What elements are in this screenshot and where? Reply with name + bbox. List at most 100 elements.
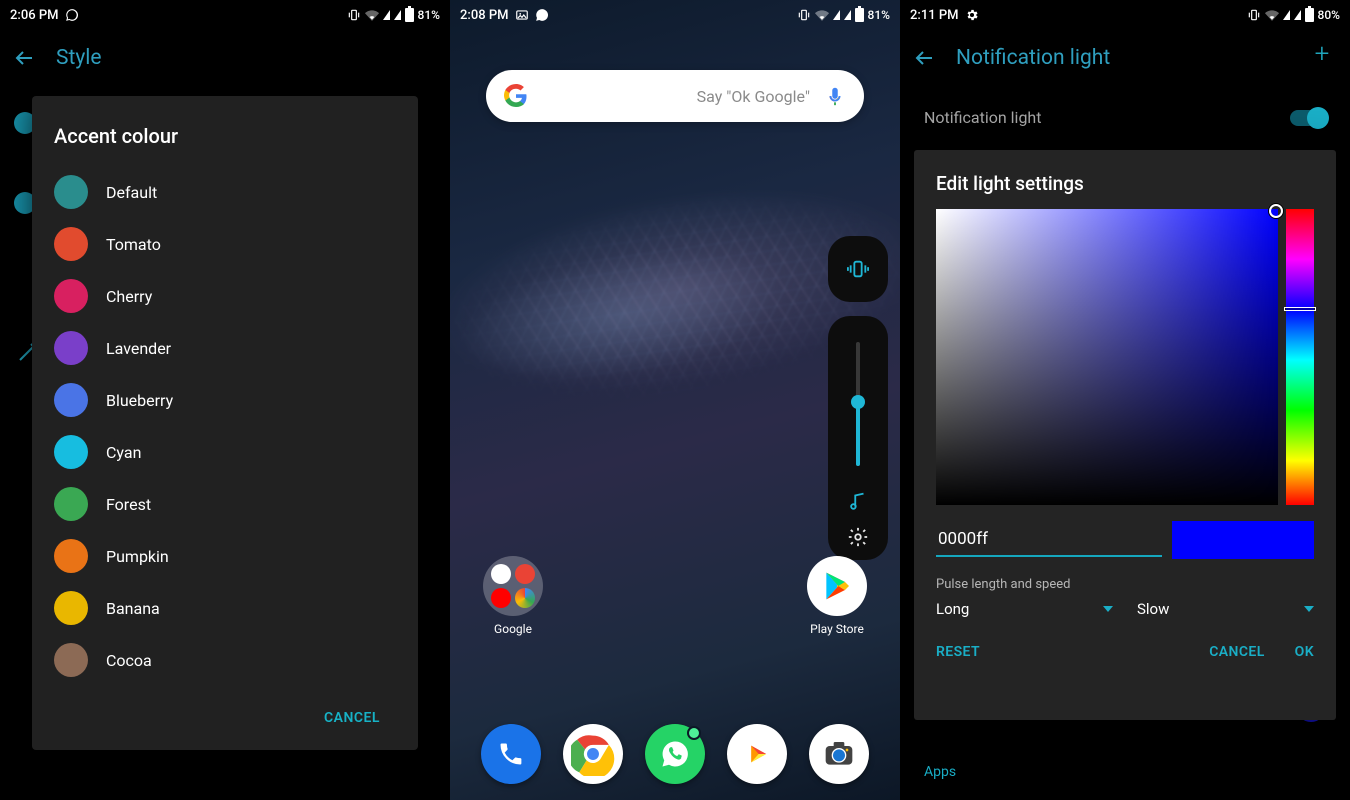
- statusbar: 2:06 PM 81%: [0, 0, 450, 30]
- chevron-down-icon: [1304, 606, 1314, 612]
- swatch-forest: [54, 487, 88, 521]
- color-option-forest[interactable]: Forest: [54, 478, 396, 530]
- color-option-lavender[interactable]: Lavender: [54, 322, 396, 374]
- header: Style: [0, 30, 450, 86]
- play-music-app[interactable]: [727, 724, 787, 784]
- dialog-title: Accent colour: [54, 124, 396, 148]
- color-option-tomato[interactable]: Tomato: [54, 218, 396, 270]
- play-label: Play Store: [810, 622, 864, 636]
- volume-settings-button[interactable]: [847, 526, 869, 548]
- dialog-title: Edit light settings: [936, 172, 1314, 195]
- cancel-button[interactable]: CANCEL: [308, 700, 396, 736]
- ok-button[interactable]: OK: [1295, 644, 1314, 660]
- play-store-app[interactable]: Play Store: [804, 556, 870, 636]
- edit-light-dialog: Edit light settings Pulse length and spe…: [914, 150, 1336, 720]
- clock: 2:08 PM: [460, 8, 509, 23]
- swatch-pumpkin: [54, 539, 88, 573]
- accent-dialog: Accent colour Default Tomato Cherry Lave…: [32, 96, 418, 750]
- hue-slider[interactable]: [1286, 209, 1314, 505]
- cancel-button[interactable]: CANCEL: [1209, 644, 1264, 660]
- whatsapp-app[interactable]: [645, 724, 705, 784]
- hue-cursor: [1284, 307, 1316, 311]
- pulse-speed-dropdown[interactable]: Slow: [1137, 600, 1314, 618]
- vibrate-icon: [1247, 8, 1261, 22]
- signal-icon: [383, 10, 390, 20]
- music-note-icon[interactable]: [847, 490, 869, 512]
- dock: [450, 724, 900, 784]
- play-store-icon: [807, 556, 867, 616]
- wifi-icon: [1265, 8, 1279, 22]
- clock: 2:06 PM: [10, 8, 59, 23]
- volume-slider[interactable]: [856, 342, 860, 466]
- clock: 2:11 PM: [910, 8, 959, 23]
- google-search-bar[interactable]: Say "Ok Google": [486, 70, 864, 122]
- hex-input[interactable]: [936, 523, 1162, 557]
- back-button[interactable]: [912, 46, 936, 70]
- page-title: Notification light: [956, 46, 1110, 70]
- battery-pct: 81%: [418, 8, 440, 22]
- wifi-icon: [815, 8, 829, 22]
- ringer-mode-button[interactable]: [828, 236, 888, 302]
- wifi-icon: [365, 8, 379, 22]
- signal-icon-2: [394, 10, 401, 20]
- phone-app[interactable]: [481, 724, 541, 784]
- color-option-cherry[interactable]: Cherry: [54, 270, 396, 322]
- color-option-pumpkin[interactable]: Pumpkin: [54, 530, 396, 582]
- battery-icon: [405, 8, 414, 22]
- whatsapp-icon: [65, 8, 79, 22]
- whatsapp-icon: [535, 8, 549, 22]
- swatch-cocoa: [54, 643, 88, 677]
- back-button[interactable]: [12, 46, 36, 70]
- color-option-default[interactable]: Default: [54, 166, 396, 218]
- pref-notif-light[interactable]: Notification light: [900, 96, 1350, 139]
- gear-icon: [965, 8, 979, 22]
- battery-icon: [855, 8, 864, 22]
- color-option-banana[interactable]: Banana: [54, 582, 396, 634]
- vibrate-icon: [797, 8, 811, 22]
- camera-app[interactable]: [809, 724, 869, 784]
- color-list: Default Tomato Cherry Lavender Blueberry…: [54, 166, 396, 700]
- search-hint: Say "Ok Google": [697, 87, 810, 106]
- toggle[interactable]: [1290, 110, 1326, 126]
- statusbar: 2:08 PM 81%: [450, 0, 900, 30]
- folder-icon: [483, 556, 543, 616]
- reset-button[interactable]: RESET: [936, 644, 980, 660]
- pref-label: Notification light: [924, 108, 1041, 127]
- folder-label: Google: [494, 622, 532, 636]
- home-row: Google Play Store: [450, 556, 900, 636]
- signal-icon-2: [844, 10, 851, 20]
- pulse-label: Pulse length and speed: [936, 577, 1314, 592]
- swatch-blueberry: [54, 383, 88, 417]
- swatch-banana: [54, 591, 88, 625]
- color-option-cyan[interactable]: Cyan: [54, 426, 396, 478]
- pulse-length-dropdown[interactable]: Long: [936, 600, 1113, 618]
- vibrate-icon: [347, 8, 361, 22]
- image-icon: [515, 8, 529, 22]
- saturation-value-picker[interactable]: [936, 209, 1278, 505]
- header: Notification light: [900, 30, 1350, 86]
- screen-notification-light: 2:11 PM 80% Notification light + Notific…: [900, 0, 1350, 800]
- add-button[interactable]: +: [1308, 40, 1336, 68]
- color-option-blueberry[interactable]: Blueberry: [54, 374, 396, 426]
- google-logo-icon: [504, 84, 528, 108]
- chevron-down-icon: [1103, 606, 1113, 612]
- battery-icon: [1305, 8, 1314, 22]
- google-folder[interactable]: Google: [480, 556, 546, 636]
- statusbar: 2:11 PM 80%: [900, 0, 1350, 30]
- signal-icon-2: [1294, 10, 1301, 20]
- battery-pct: 80%: [1318, 8, 1340, 22]
- mic-icon[interactable]: [824, 85, 846, 107]
- section-apps: Apps: [900, 756, 1350, 788]
- color-option-cocoa[interactable]: Cocoa: [54, 634, 396, 686]
- screen-style: 2:06 PM 81% Style Accent colour Default …: [0, 0, 450, 800]
- signal-icon: [1283, 10, 1290, 20]
- sv-cursor: [1269, 204, 1283, 218]
- signal-icon: [833, 10, 840, 20]
- swatch-cyan: [54, 435, 88, 469]
- vibrate-icon: [847, 258, 869, 280]
- swatch-lavender: [54, 331, 88, 365]
- volume-panel: [828, 316, 888, 560]
- chrome-app[interactable]: [563, 724, 623, 784]
- screen-home: 2:08 PM 81% Say "Ok Google": [450, 0, 900, 800]
- page-title: Style: [56, 46, 102, 70]
